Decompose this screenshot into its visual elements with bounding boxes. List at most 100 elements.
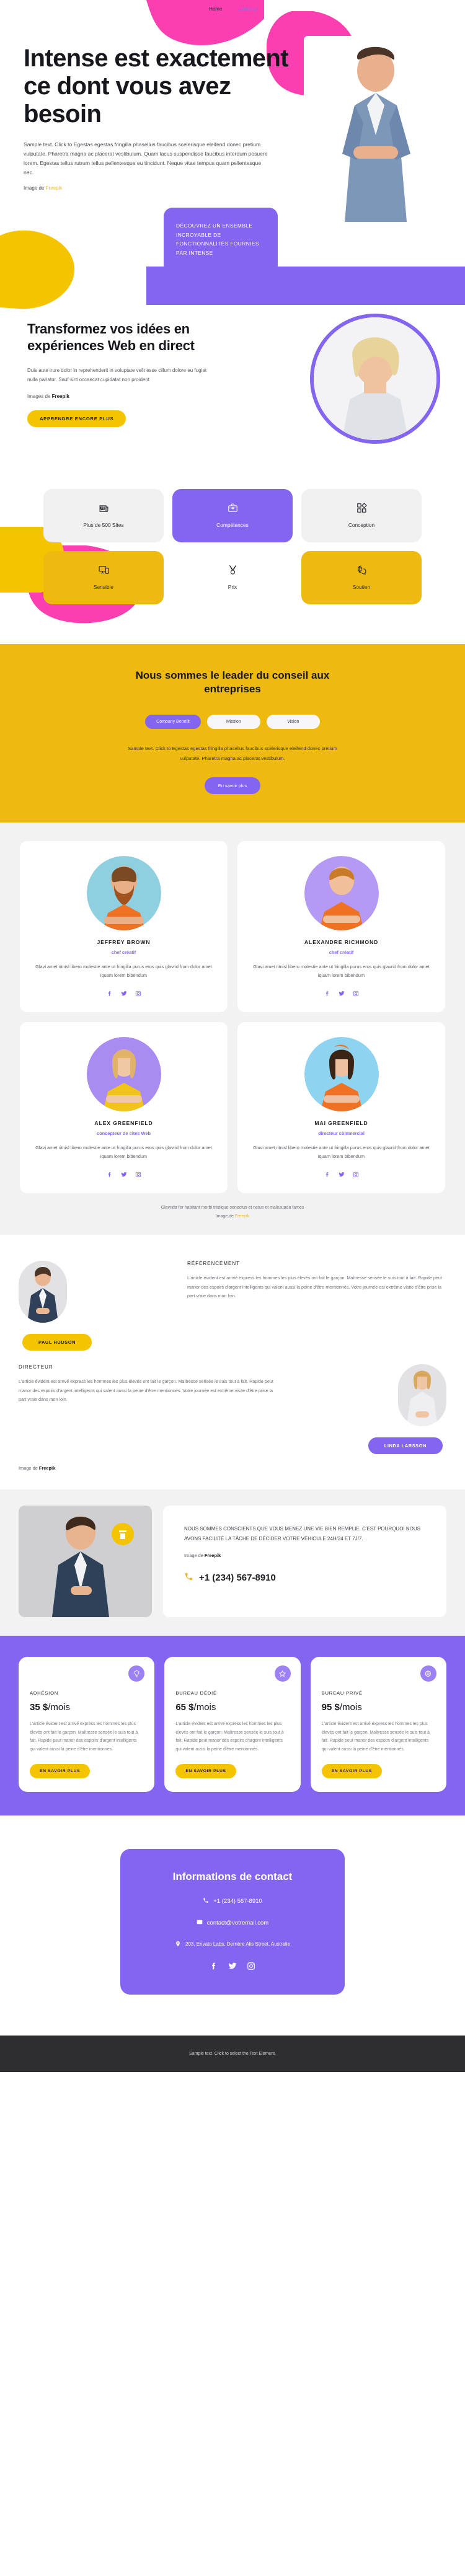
feature-label: Soutien	[352, 584, 371, 591]
social-links	[251, 1170, 432, 1181]
contact-address-row[interactable]: 203, Envato Labs, Derrière Alis Street, …	[139, 1941, 326, 1948]
transform-credit-source[interactable]: Freepik	[52, 394, 69, 399]
feature-card-skills[interactable]: Compétences	[172, 488, 293, 542]
testimonial-name-badge[interactable]: PAUL HUDSON	[22, 1334, 92, 1351]
feature-label: Compétences	[216, 522, 249, 529]
twitter-icon[interactable]	[338, 989, 345, 1000]
cta-credit-prefix: Image de	[184, 1553, 205, 1559]
plan-cta-button[interactable]: EN SAVOIR PLUS	[175, 1763, 236, 1778]
social-links	[251, 989, 432, 1000]
plan-name: ADHÉSION	[30, 1690, 59, 1696]
team-card: ALEX GREENFIELD concepteur de sites Web …	[20, 1022, 228, 1194]
team-member-bio: Glavi amet ritnisl libero molestie ante …	[35, 1145, 212, 1160]
plan-price: 95 $/mois	[322, 1702, 435, 1713]
testimonials-credit-prefix: Image de	[19, 1465, 39, 1471]
cta-box: NOUS SOMMES CONSCIENTS QUE VOUS MENEZ UN…	[163, 1506, 446, 1618]
team-credit-source[interactable]: Freepik	[235, 1214, 249, 1219]
contact-section: Informations de contact +1 (234) 567-891…	[0, 1815, 465, 2036]
plan-description: L'article évident est arrivé express les…	[175, 1722, 284, 1752]
facebook-icon[interactable]	[324, 989, 330, 1000]
instagram-icon[interactable]	[135, 989, 141, 1000]
plan-price-unit: /mois	[48, 1702, 71, 1713]
pricing-card: BUREAU DÉDIÉ 65 $/mois L'article évident…	[164, 1657, 301, 1792]
contact-card: Informations de contact +1 (234) 567-891…	[120, 1848, 345, 1995]
cta-phone-number[interactable]: +1 (234) 567-8910	[184, 1572, 425, 1584]
leader-section: Nous sommes le leader du conseil aux ent…	[0, 643, 465, 823]
cta-credit-source[interactable]: Freepik	[205, 1553, 221, 1558]
support-chat-icon	[356, 565, 367, 578]
testimonial-person: PAUL HUDSON	[19, 1261, 174, 1351]
testimonial-photo	[398, 1364, 446, 1427]
facebook-icon[interactable]	[210, 1962, 218, 1974]
testimonial-text: L'article évident est arrivé express les…	[187, 1275, 442, 1299]
testimonials-credit-source[interactable]: Freepik	[39, 1465, 55, 1471]
team-card: JEFFREY BROWN chef créatif Glavi amet ri…	[20, 840, 228, 1013]
hero-credit-prefix: Image de	[24, 185, 46, 191]
team-grid: JEFFREY BROWN chef créatif Glavi amet ri…	[20, 840, 445, 1194]
twitter-icon[interactable]	[338, 1170, 345, 1181]
contact-email-row[interactable]: contact@votremail.com	[139, 1919, 326, 1927]
team-card: ALEXANDRE RICHMOND chef créatif Glavi am…	[237, 840, 445, 1013]
learn-more-button[interactable]: APPRENDRE ENCORE PLUS	[27, 410, 126, 427]
leader-cta-button[interactable]: En savoir plus	[204, 777, 261, 794]
feature-card-design[interactable]: Conception	[301, 488, 422, 542]
plan-cta-button[interactable]: EN SAVOIR PLUS	[30, 1763, 91, 1778]
cta-wrap: NOUS SOMMES CONSCIENTS QUE VOUS MENEZ UN…	[19, 1506, 446, 1618]
team-member-name: MAI GREENFIELD	[314, 1120, 368, 1127]
testimonial-title: DIRECTEUR	[19, 1364, 53, 1370]
team-member-bio: Glavi amet ritnisl libero molestie ante …	[253, 1145, 430, 1160]
team-member-name: JEFFREY BROWN	[97, 938, 151, 945]
map-pin-icon	[175, 1941, 181, 1948]
newspaper-icon	[99, 503, 109, 516]
social-links	[33, 1170, 214, 1181]
phone-icon	[203, 1897, 209, 1905]
plan-cta-button[interactable]: EN SAVOIR PLUS	[321, 1763, 382, 1778]
testimonial-person: LINDA LARSSON	[291, 1364, 446, 1455]
facebook-icon[interactable]	[107, 1170, 113, 1181]
envelope-icon	[197, 1919, 203, 1927]
instagram-icon[interactable]	[247, 1962, 255, 1974]
tab-company-benefit[interactable]: Company Benefit	[145, 715, 201, 730]
instagram-icon[interactable]	[135, 1170, 141, 1181]
feature-card-responsive[interactable]: Sensible	[43, 550, 164, 604]
page-footer: Sample text. Click to select the Text El…	[0, 2035, 465, 2072]
contact-address-text: 203, Envato Labs, Derrière Alis Street, …	[185, 1941, 290, 1947]
feature-card-sites[interactable]: Plus de 500 Sites	[43, 488, 164, 542]
hero-cta-text: DÉCOUVREZ UN ENSEMBLE INCROYABLE DE FONC…	[176, 223, 259, 257]
feature-label: Sensible	[93, 584, 114, 591]
facebook-icon[interactable]	[107, 989, 113, 1000]
cta-phone-text: +1 (234) 567-8910	[199, 1573, 276, 1584]
nav-item-landing[interactable]: Landing	[238, 6, 255, 12]
instagram-icon[interactable]	[353, 989, 359, 1000]
nav-item-home[interactable]: Home	[209, 6, 222, 12]
testimonials-section: PAUL HUDSON RÉFÉRENCEMENT L'article évid…	[0, 1235, 465, 1490]
team-footer: Glavrida fer habitant morbi tristique se…	[0, 1206, 465, 1219]
twitter-icon[interactable]	[120, 989, 127, 1000]
feature-label: Plus de 500 Sites	[83, 522, 124, 529]
avatar	[86, 855, 161, 930]
footer-text: Sample text. Click to select the Text El…	[189, 2051, 276, 2056]
tab-mission[interactable]: Mission	[206, 715, 260, 730]
team-section: JEFFREY BROWN chef créatif Glavi amet ri…	[0, 822, 465, 1235]
twitter-icon[interactable]	[228, 1962, 237, 1974]
testimonial-row: PAUL HUDSON RÉFÉRENCEMENT L'article évid…	[19, 1261, 446, 1351]
team-member-bio: Glavi amet ritnisl libero molestie ante …	[35, 963, 212, 978]
plan-price-unit: /mois	[193, 1702, 216, 1713]
feature-card-support[interactable]: Soutien	[301, 550, 422, 604]
contact-phone-row[interactable]: +1 (234) 567-8910	[139, 1897, 326, 1905]
feature-card-awards[interactable]: Prix	[172, 551, 293, 604]
plan-price-unit: /mois	[339, 1702, 362, 1713]
top-navigation: Home Landing	[0, 0, 465, 14]
hero-cta-box[interactable]: DÉCOUVREZ UN ENSEMBLE INCROYABLE DE FONC…	[164, 208, 278, 274]
star-icon	[274, 1665, 291, 1682]
twitter-icon[interactable]	[120, 1170, 127, 1181]
instagram-icon[interactable]	[353, 1170, 359, 1181]
facebook-icon[interactable]	[324, 1170, 330, 1181]
tab-vision[interactable]: Vision	[266, 715, 320, 730]
testimonial-name-badge[interactable]: LINDA LARSSON	[368, 1437, 443, 1455]
feature-label: Prix	[228, 584, 237, 591]
testimonial-row: LINDA LARSSON DIRECTEUR L'article éviden…	[19, 1364, 446, 1455]
features-section: Plus de 500 Sites Compétences Conception…	[0, 456, 465, 644]
hero-credit-source[interactable]: Freepik	[46, 185, 63, 191]
testimonial-title: RÉFÉRENCEMENT	[187, 1261, 241, 1267]
